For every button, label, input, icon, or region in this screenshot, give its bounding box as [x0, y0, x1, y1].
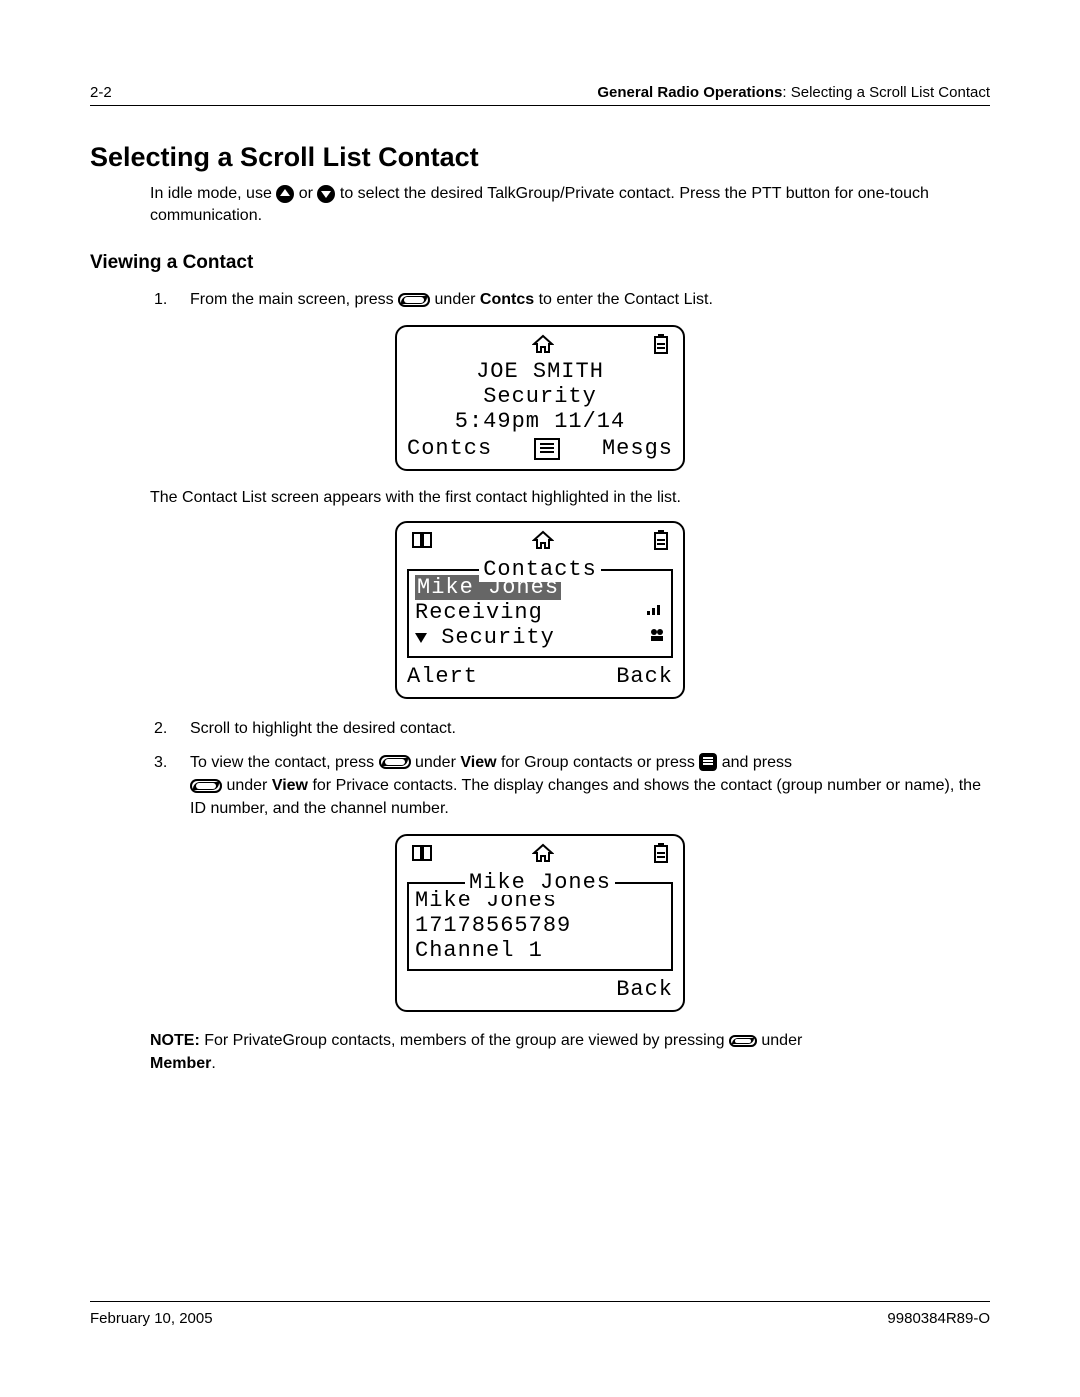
signal-icon: [647, 603, 665, 622]
security-text: Security: [441, 625, 555, 650]
intro-text-a: In idle mode, use: [150, 185, 276, 202]
step-1: From the main screen, press under Contcs…: [154, 288, 990, 311]
screen3-softrow: Back: [405, 975, 675, 1002]
s3a: To view the contact, press: [190, 754, 379, 771]
screen1-softrow: Contcs Mesgs: [405, 434, 675, 461]
menu-list-icon: [534, 438, 560, 460]
detail-id: 17178565789: [415, 913, 665, 938]
softkey-icon: [729, 1035, 757, 1047]
radio-screen-contacts: Contacts Mike Jones Receiving Security A…: [395, 521, 685, 699]
soft-right: Back: [616, 664, 673, 689]
soft-left: Contcs: [407, 436, 492, 461]
step-3: To view the contact, press under View fo…: [154, 751, 990, 821]
page-number: 2-2: [90, 84, 112, 101]
home-icon: [532, 334, 554, 354]
status-row: [405, 529, 675, 555]
header-right: General Radio Operations: Selecting a Sc…: [597, 84, 990, 101]
steps-list-cont: Scroll to highlight the desired contact.…: [154, 717, 990, 820]
page-title: Selecting a Scroll List Contact: [90, 142, 990, 173]
screen3-wrap: Mike Jones Mike Jones 17178565789 Channe…: [90, 834, 990, 1012]
nav-down-icon: [317, 185, 335, 203]
row-security: Security: [415, 625, 665, 650]
screen1-wrap: JOE SMITH Security 5:49pm 11/14 Contcs M…: [90, 325, 990, 471]
step1-bold: Contcs: [480, 291, 534, 308]
step1-b: under: [435, 291, 480, 308]
s3c: for Group contacts or press: [501, 754, 699, 771]
note-block: NOTE: For PrivateGroup contacts, members…: [150, 1030, 990, 1075]
status-row: [405, 842, 675, 868]
soft-right: Mesgs: [602, 436, 673, 461]
nav-up-icon: [276, 185, 294, 203]
section-name: Selecting a Scroll List Contact: [791, 84, 990, 101]
s3e: under: [226, 777, 271, 794]
chapter-name: General Radio Operations: [597, 84, 782, 101]
s3-view1: View: [460, 754, 496, 771]
note-c: .: [211, 1055, 215, 1072]
step1-c: to enter the Contact List.: [539, 291, 713, 308]
battery-icon: [653, 529, 669, 551]
softkey-icon: [379, 755, 411, 769]
home-icon: [532, 843, 554, 863]
screen2-wrap: Contacts Mike Jones Receiving Security A…: [90, 521, 990, 699]
s3b: under: [415, 754, 460, 771]
paragraph-after-screen1: The Contact List screen appears with the…: [150, 489, 990, 507]
running-header: 2-2 General Radio Operations: Selecting …: [90, 84, 990, 106]
status-row: [405, 333, 675, 359]
screen1-dept: Security: [405, 384, 675, 409]
note-b: under: [761, 1032, 802, 1049]
subheading-viewing: Viewing a Contact: [90, 252, 990, 274]
contacts-frame: Contacts Mike Jones Receiving Security: [407, 569, 673, 658]
scroll-down-icon: [415, 633, 427, 643]
s3f: for Privace contacts. The display change…: [190, 777, 981, 817]
screen1-name: JOE SMITH: [405, 359, 675, 384]
frame-title-text: Contacts: [479, 557, 601, 582]
intro-paragraph: In idle mode, use or to select the desir…: [150, 183, 990, 226]
softkey-icon: [398, 293, 430, 307]
menu-button-icon: [699, 753, 717, 771]
home-icon: [532, 530, 554, 550]
soft-right: Back: [616, 977, 673, 1002]
steps-list: From the main screen, press under Contcs…: [154, 288, 990, 311]
s3d: and press: [722, 754, 792, 771]
page-footer: February 10, 2005 9980384R89-O: [90, 1301, 990, 1327]
screen1-time: 5:49pm 11/14: [405, 409, 675, 434]
frame-title-text: Mike Jones: [465, 870, 615, 895]
detail-frame: Mike Jones Mike Jones 17178565789 Channe…: [407, 882, 673, 971]
page: 2-2 General Radio Operations: Selecting …: [0, 0, 1080, 1397]
note-a: For PrivateGroup contacts, members of th…: [204, 1032, 729, 1049]
step1-a: From the main screen, press: [190, 291, 398, 308]
step-2: Scroll to highlight the desired contact.: [154, 717, 990, 740]
book-icon: [411, 530, 433, 550]
footer-date: February 10, 2005: [90, 1310, 213, 1327]
radio-screen-idle: JOE SMITH Security 5:49pm 11/14 Contcs M…: [395, 325, 685, 471]
frame-title: Contacts: [409, 557, 671, 582]
note-label: NOTE:: [150, 1032, 200, 1049]
group-icon: [649, 628, 665, 647]
s3-view2: View: [272, 777, 308, 794]
screen2-softrow: Alert Back: [405, 662, 675, 689]
note-bold: Member: [150, 1055, 211, 1072]
book-icon: [411, 843, 433, 863]
battery-icon: [653, 842, 669, 864]
battery-icon: [653, 333, 669, 355]
radio-screen-detail: Mike Jones Mike Jones 17178565789 Channe…: [395, 834, 685, 1012]
footer-doc: 9980384R89-O: [887, 1310, 990, 1327]
row-receiving: Receiving: [415, 600, 665, 625]
softkey-icon: [190, 779, 222, 793]
detail-channel: Channel 1: [415, 938, 665, 963]
frame-title: Mike Jones: [409, 870, 671, 895]
intro-or: or: [299, 185, 318, 202]
soft-left: Alert: [407, 664, 478, 689]
receiving-text: Receiving: [415, 600, 543, 625]
